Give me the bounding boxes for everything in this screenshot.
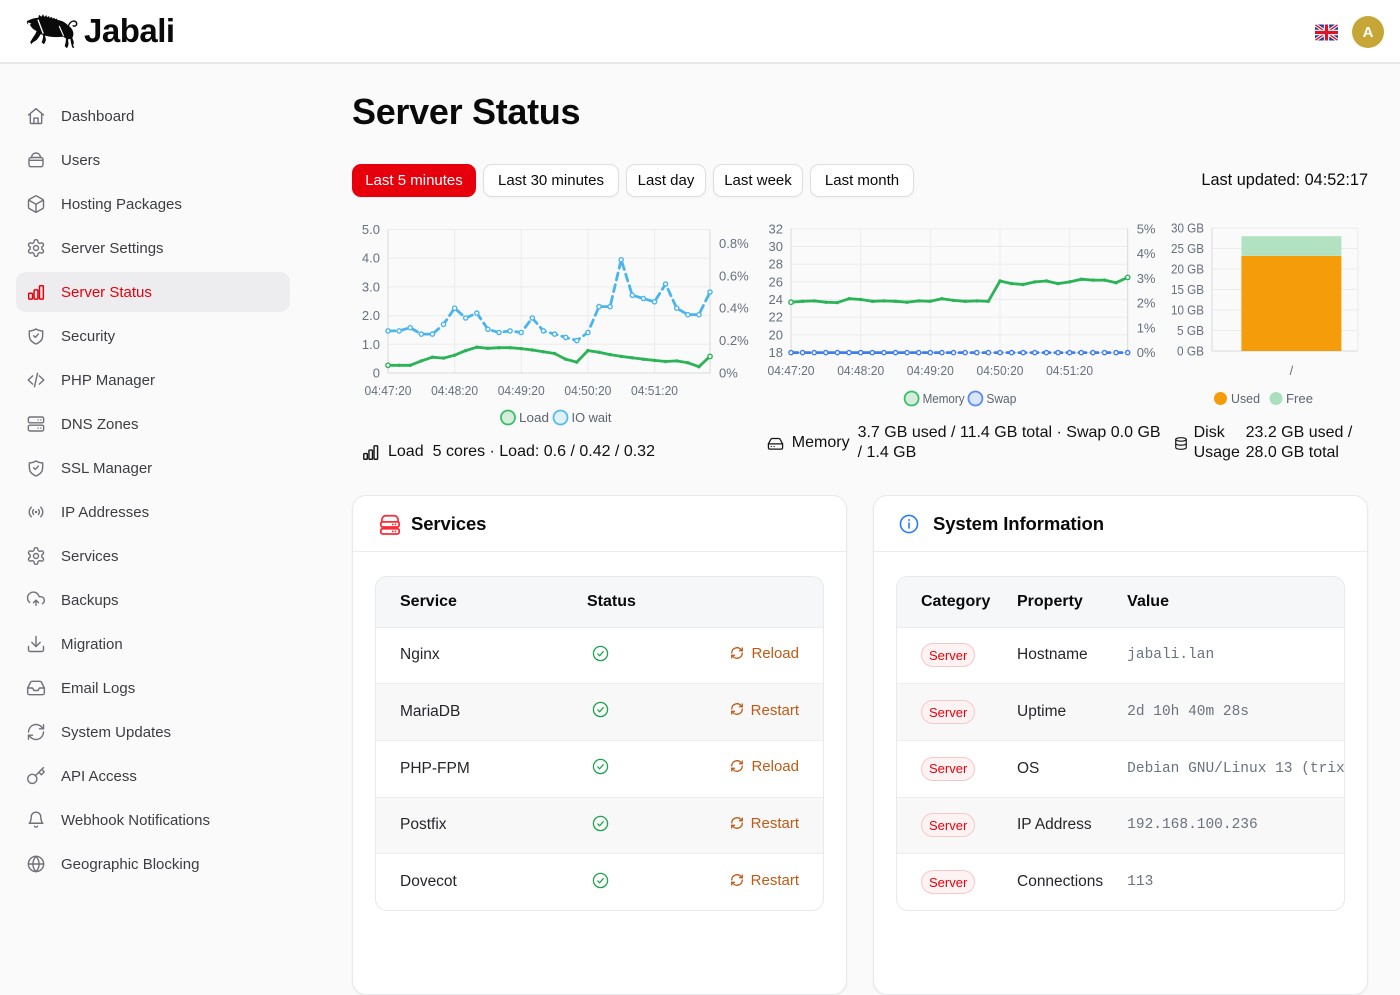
svg-text:04:48:20: 04:48:20 [837,363,884,378]
svg-text:3.0: 3.0 [362,279,380,294]
svg-text:25 GB: 25 GB [1171,241,1204,256]
svg-text:Free: Free [1286,391,1313,406]
svg-text:32: 32 [768,221,782,236]
svg-text:30: 30 [768,239,782,254]
svg-text:28: 28 [768,257,782,272]
svg-text:2%: 2% [1136,296,1155,311]
svg-text:24: 24 [768,292,782,307]
svg-text:0.6%: 0.6% [719,268,749,283]
svg-text:04:47:20: 04:47:20 [365,383,412,398]
svg-text:20 GB: 20 GB [1171,262,1204,277]
svg-text:0.2%: 0.2% [719,333,749,348]
svg-text:3%: 3% [1136,271,1155,286]
svg-text:5%: 5% [1136,221,1155,236]
svg-text:04:50:20: 04:50:20 [564,383,611,398]
svg-text:04:49:20: 04:49:20 [498,383,545,398]
svg-text:Used: Used [1231,391,1260,406]
svg-text:0.4%: 0.4% [719,301,749,316]
svg-text:22: 22 [768,310,782,325]
svg-text:0%: 0% [1136,345,1155,360]
svg-text:2.0: 2.0 [362,308,380,323]
svg-text:Memory: Memory [922,391,964,406]
svg-text:5.0: 5.0 [362,222,380,237]
svg-text:IO wait: IO wait [572,410,612,425]
svg-text:18: 18 [768,345,782,360]
svg-text:0%: 0% [719,366,738,381]
svg-text:20: 20 [768,327,782,342]
svg-text:5 GB: 5 GB [1177,323,1204,338]
svg-text:04:51:20: 04:51:20 [1046,363,1093,378]
svg-text:15 GB: 15 GB [1171,282,1204,297]
svg-text:04:49:20: 04:49:20 [907,363,954,378]
svg-text:04:51:20: 04:51:20 [631,383,678,398]
svg-text:1.0: 1.0 [362,337,380,352]
svg-text:4.0: 4.0 [362,251,380,266]
svg-text:Swap: Swap [986,391,1016,406]
svg-text:/: / [1289,363,1293,378]
svg-text:0: 0 [373,366,380,381]
svg-text:0 GB: 0 GB [1177,344,1204,359]
svg-text:04:47:20: 04:47:20 [767,363,814,378]
svg-text:4%: 4% [1136,246,1155,261]
svg-text:04:48:20: 04:48:20 [431,383,478,398]
svg-text:04:50:20: 04:50:20 [976,363,1023,378]
svg-text:10 GB: 10 GB [1171,303,1204,318]
svg-text:30 GB: 30 GB [1171,221,1204,236]
svg-text:0.8%: 0.8% [719,236,749,251]
svg-text:Load: Load [519,410,549,425]
svg-text:26: 26 [768,274,782,289]
svg-text:1%: 1% [1136,320,1155,335]
